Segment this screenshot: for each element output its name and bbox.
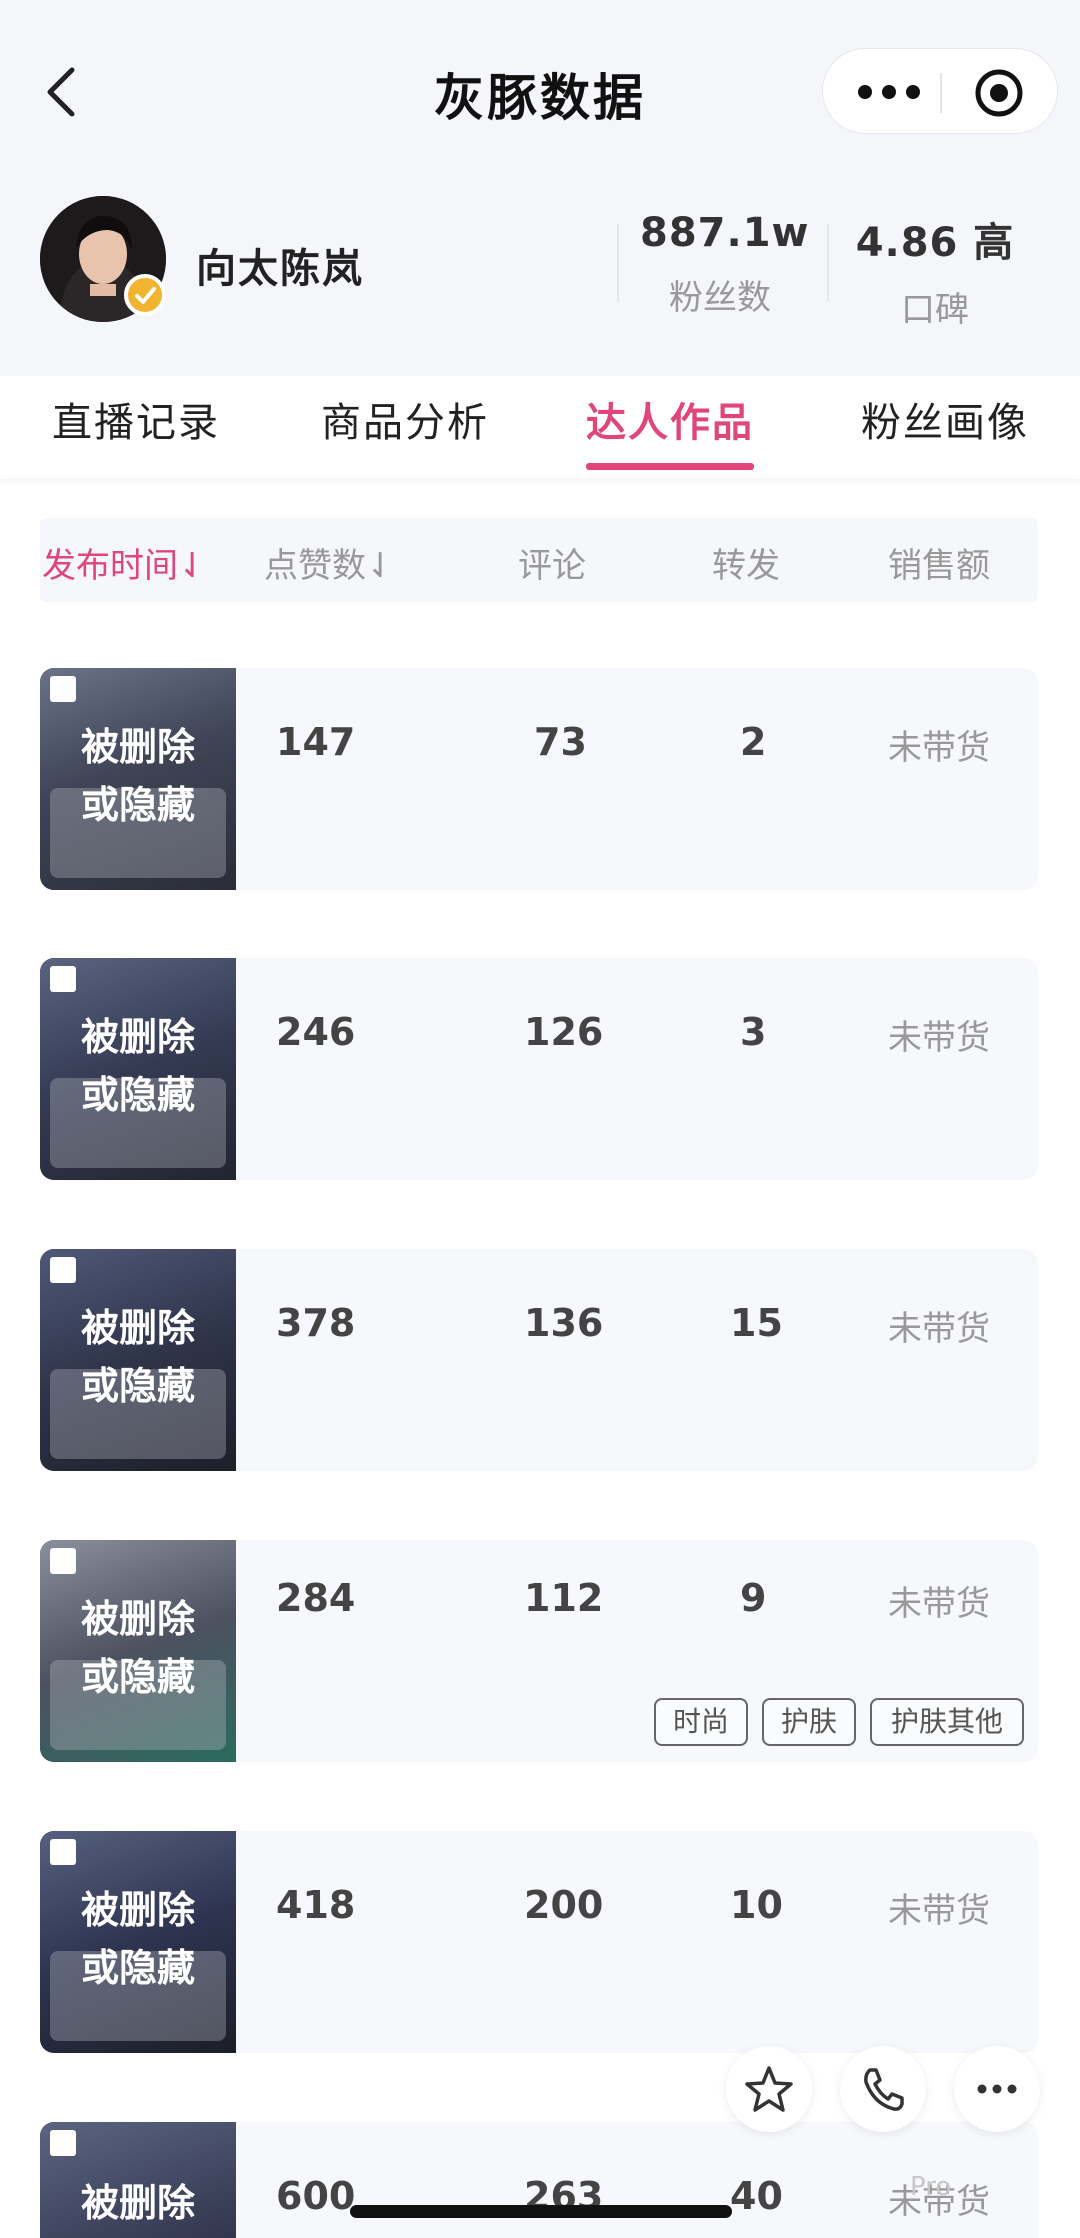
table-row[interactable]: 被删除 或隐藏 284 112 9 未带货 时尚 护肤 护肤其他 — [40, 1540, 1038, 1762]
thumbnail-status: 被删除 或隐藏 — [80, 1306, 195, 1408]
likes-value: 378 — [276, 1301, 356, 1345]
mini-program-capsule — [822, 48, 1058, 134]
stats-divider — [827, 224, 829, 302]
video-thumbnail[interactable]: 被删除 或隐藏 — [40, 1831, 236, 2053]
more-actions-button[interactable] — [954, 2046, 1040, 2132]
video-thumbnail[interactable]: 被删除 或隐藏 — [40, 1540, 236, 1762]
call-button[interactable] — [840, 2046, 926, 2132]
shares-value: 9 — [740, 1576, 767, 1620]
table-row[interactable]: 被删除 600 263 40 未带货 — [40, 2122, 1038, 2238]
category-tag: 护肤 — [762, 1698, 856, 1746]
table-row[interactable]: 被删除 或隐藏 246 126 3 未带货 — [40, 958, 1038, 1180]
sales-value: 未带货 — [888, 1018, 990, 1058]
shares-value: 3 — [740, 1010, 767, 1054]
likes-value: 284 — [276, 1576, 356, 1620]
column-shares: 转发 — [712, 546, 780, 586]
thumbnail-status: 被删除 或隐藏 — [80, 1888, 195, 1990]
video-thumbnail[interactable]: 被删除 或隐藏 — [40, 668, 236, 890]
table-row[interactable]: 被删除 或隐藏 378 136 15 未带货 — [40, 1249, 1038, 1471]
more-options-icon[interactable] — [851, 69, 927, 115]
douyin-logo-icon — [50, 1548, 76, 1574]
watermark: Pro — [910, 2172, 952, 2202]
more-icon — [977, 2084, 1017, 2094]
star-icon — [745, 2066, 793, 2112]
comments-value: 112 — [524, 1576, 604, 1620]
shares-value: 15 — [730, 1301, 783, 1345]
sales-value: 未带货 — [888, 1584, 990, 1624]
sort-publish-time[interactable]: 发布时间⇃ — [42, 538, 207, 587]
likes-value: 418 — [276, 1883, 356, 1927]
video-thumbnail[interactable]: 被删除 或隐藏 — [40, 1249, 236, 1471]
comments-value: 200 — [524, 1883, 604, 1927]
phone-icon — [864, 2068, 904, 2111]
favorite-button[interactable] — [726, 2046, 812, 2132]
table-row[interactable]: 被删除 或隐藏 418 200 10 未带货 — [40, 1831, 1038, 2053]
douyin-logo-icon — [50, 2130, 76, 2156]
thumbnail-status: 被删除 或隐藏 — [80, 1015, 195, 1117]
thumbnail-status: 被删除 或隐藏 — [80, 1597, 195, 1699]
comments-value: 73 — [534, 720, 587, 764]
account-name: 向太陈岚 — [196, 246, 364, 292]
douyin-logo-icon — [50, 1257, 76, 1283]
video-thumbnail[interactable]: 被删除 — [40, 2122, 236, 2238]
douyin-logo-icon — [50, 676, 76, 702]
category-tag: 时尚 — [654, 1698, 748, 1746]
close-mini-program-icon[interactable] — [973, 67, 1025, 119]
table-row[interactable]: 被删除 或隐藏 147 73 2 未带货 — [40, 668, 1038, 890]
sales-value: 未带货 — [888, 728, 990, 768]
stats-divider — [617, 224, 619, 302]
fans-count: 887.1w — [640, 210, 810, 256]
shares-value: 10 — [730, 1883, 783, 1927]
comments-value: 126 — [524, 1010, 604, 1054]
thumbnail-status: 被删除 或隐藏 — [80, 725, 195, 827]
shares-value: 40 — [730, 2174, 783, 2218]
sales-value: 未带货 — [888, 1891, 990, 1931]
tab-bar: 直播记录 商品分析 达人作品 粉丝画像 — [0, 376, 1080, 478]
thumbnail-status: 被删除 — [80, 2181, 195, 2225]
home-indicator[interactable] — [350, 2205, 732, 2218]
column-sales: 销售额 — [888, 546, 990, 586]
reputation-stat: 4.86 高 口碑 — [850, 210, 1020, 331]
reputation-label: 口碑 — [901, 290, 969, 330]
video-thumbnail[interactable]: 被删除 或隐藏 — [40, 958, 236, 1180]
likes-value: 147 — [276, 720, 356, 764]
table-header: 发布时间⇃ 点赞数⇃ 评论 转发 销售额 — [40, 518, 1038, 602]
tab-fan-profile[interactable]: 粉丝画像 — [861, 390, 1029, 470]
douyin-logo-icon — [50, 966, 76, 992]
verified-badge — [124, 274, 166, 316]
comments-value: 136 — [524, 1301, 604, 1345]
shares-value: 2 — [740, 720, 767, 764]
tab-live-records[interactable]: 直播记录 — [52, 390, 220, 470]
likes-value: 246 — [276, 1010, 356, 1054]
sales-value: 未带货 — [888, 1309, 990, 1349]
tab-product-analysis[interactable]: 商品分析 — [321, 390, 489, 470]
tab-creator-works[interactable]: 达人作品 — [586, 390, 754, 470]
fans-label: 粉丝数 — [669, 278, 771, 318]
capsule-divider — [940, 73, 942, 113]
fans-stat: 887.1w 粉丝数 — [640, 210, 810, 319]
reputation-score: 4.86 高 — [855, 220, 1015, 266]
douyin-logo-icon — [50, 1839, 76, 1865]
category-tag: 护肤其他 — [870, 1698, 1024, 1746]
likes-value: 600 — [276, 2174, 356, 2218]
column-comments: 评论 — [518, 546, 586, 586]
sort-likes[interactable]: 点赞数⇃ — [264, 538, 395, 587]
